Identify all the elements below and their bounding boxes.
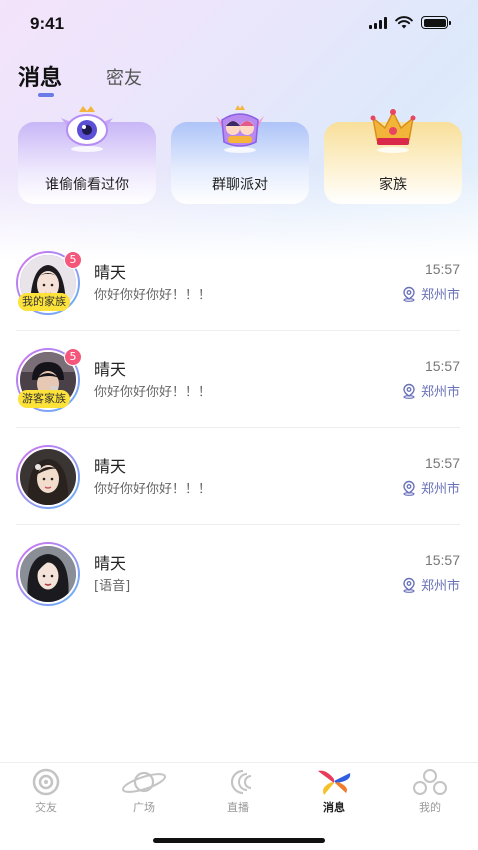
nav-label-messages: 消息 <box>323 801 345 814</box>
contact-name: 晴天 <box>94 360 127 379</box>
tab-messages[interactable]: 消息 <box>18 60 63 97</box>
feature-card-group-party[interactable]: 群聊派对 <box>171 104 309 204</box>
feature-cards: 谁偷偷看过你 群聊派对 家族 <box>18 104 462 204</box>
location-icon <box>403 577 415 593</box>
profile-icon <box>413 769 447 795</box>
feature-label-group-party: 群聊派对 <box>212 177 268 193</box>
message-preview: 你好你好你好！！！ <box>94 385 212 400</box>
location: 郑州市 <box>401 575 460 594</box>
status-time: 9:41 <box>30 14 65 33</box>
conversation-item[interactable]: 5 我的家族 晴天 你好你好你好！！！ 15:57 郑州市 <box>0 234 478 331</box>
live-icon <box>230 769 252 795</box>
nav-profile[interactable]: 我的 <box>400 767 460 817</box>
location-text: 郑州市 <box>420 579 460 594</box>
family-tag: 游客家族 <box>18 390 70 408</box>
nav-label-live: 直播 <box>227 801 249 814</box>
nav-square[interactable]: 广场 <box>114 767 174 817</box>
bottom-nav: 交友 广场 直播 消息 我的 <box>0 762 478 850</box>
home-indicator <box>153 838 325 843</box>
location: 郑州市 <box>401 478 460 497</box>
tab-close-friends[interactable]: 密友 <box>106 64 142 92</box>
contact-name: 晴天 <box>94 554 127 573</box>
avatar[interactable] <box>16 542 80 606</box>
conversation-item[interactable]: 5 游客家族 晴天 你好你好你好！！！ 15:57 郑州市 <box>0 331 478 428</box>
family-tag: 我的家族 <box>18 293 70 311</box>
message-preview: 你好你好你好！！！ <box>94 288 212 303</box>
conversation-list: 5 我的家族 晴天 你好你好你好！！！ 15:57 郑州市 5 游客家族 晴天 … <box>0 234 478 622</box>
wifi-icon <box>395 16 413 29</box>
message-icon <box>318 770 351 795</box>
tab-close-friends-label: 密友 <box>106 68 143 89</box>
message-time: 15:57 <box>424 261 460 277</box>
location: 郑州市 <box>401 284 460 303</box>
status-bar: 9:41 <box>0 0 478 48</box>
feature-label-visitors: 谁偷偷看过你 <box>45 177 129 193</box>
contact-name: 晴天 <box>94 263 127 282</box>
message-time: 15:57 <box>424 455 460 471</box>
location-icon <box>403 383 415 399</box>
couple-badge-icon <box>216 105 264 153</box>
contact-name: 晴天 <box>94 457 127 476</box>
unread-badge: 5 <box>64 251 82 269</box>
planet-icon <box>121 771 167 793</box>
nav-label-friends: 交友 <box>35 801 57 814</box>
signal-icon <box>369 16 387 29</box>
eye-icon <box>61 106 113 152</box>
tab-active-indicator <box>38 93 54 97</box>
location-text: 郑州市 <box>420 385 460 400</box>
crown-icon <box>370 109 416 153</box>
location-icon <box>403 286 415 302</box>
avatar[interactable]: 5 我的家族 <box>16 251 82 315</box>
location-text: 郑州市 <box>420 288 460 303</box>
nav-label-square: 广场 <box>133 801 155 814</box>
friends-icon <box>32 768 60 796</box>
status-icons <box>369 16 451 29</box>
feature-label-family: 家族 <box>379 177 407 193</box>
message-time: 15:57 <box>424 358 460 374</box>
nav-friends[interactable]: 交友 <box>16 767 76 817</box>
conversation-item[interactable]: 晴天 你好你好你好！！！ 15:57 郑州市 <box>0 428 478 525</box>
location: 郑州市 <box>401 381 460 400</box>
nav-messages[interactable]: 消息 <box>304 767 364 817</box>
tab-messages-label: 消息 <box>18 66 63 91</box>
unread-badge: 5 <box>64 348 82 366</box>
top-tabs: 消息 密友 <box>18 52 142 97</box>
message-preview: 你好你好你好！！！ <box>94 482 212 497</box>
feature-card-visitors[interactable]: 谁偷偷看过你 <box>18 104 156 204</box>
location-text: 郑州市 <box>420 482 460 497</box>
battery-icon <box>421 16 451 29</box>
avatar-photo <box>18 447 78 507</box>
avatar[interactable] <box>16 445 80 509</box>
nav-label-profile: 我的 <box>419 801 441 814</box>
avatar-photo <box>18 544 78 604</box>
avatar[interactable]: 5 游客家族 <box>16 348 82 412</box>
nav-live[interactable]: 直播 <box>208 767 268 817</box>
location-icon <box>403 480 415 496</box>
message-preview: [语音] <box>94 579 131 594</box>
feature-card-family[interactable]: 家族 <box>324 104 462 204</box>
conversation-item[interactable]: 晴天 [语音] 15:57 郑州市 <box>0 525 478 622</box>
message-time: 15:57 <box>424 552 460 568</box>
